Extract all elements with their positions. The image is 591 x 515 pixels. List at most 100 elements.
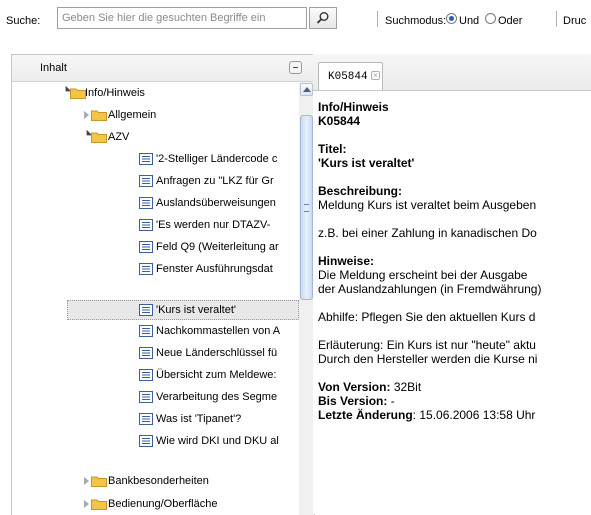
tree-doc-item[interactable]: Wie wird DKI und DKU al	[12, 432, 299, 450]
from-version-label: Von Version:	[318, 380, 391, 394]
document-icon	[139, 263, 153, 275]
from-version-row: Von Version: 32Bit	[318, 380, 591, 394]
to-version-value: -	[390, 394, 395, 408]
document-icon	[139, 241, 153, 253]
tree-doc-item[interactable]: 'Es werden nur DTAZV-	[12, 216, 299, 234]
to-version-label: Bis Version:	[318, 394, 388, 408]
tree-label: Verarbeitung des Segme	[156, 391, 278, 403]
tree-doc-item[interactable]: Fenster Ausführungsdat	[12, 260, 299, 278]
tree-panel-title: Inhalt	[40, 62, 67, 74]
search-button[interactable]	[309, 7, 337, 29]
last-change-value: : 15.06.2006 13:58 Uhr	[412, 408, 536, 422]
tree-label: Bankbesonderheiten	[108, 475, 209, 487]
tree-label: Übersicht zum Meldewe:	[156, 369, 277, 381]
tree-doc-item[interactable]: Feld Q9 (Weiterleitung ar	[12, 238, 299, 256]
tree-vertical-scrollbar[interactable]	[299, 82, 314, 515]
tree-label: AZV	[108, 131, 130, 143]
content-tree-panel: Inhalt Info/Hinweis Allgemein AZV '2-Ste…	[11, 54, 315, 515]
to-version-row: Bis Version: -	[318, 394, 591, 408]
tree-label: 'Es werden nur DTAZV-	[156, 219, 271, 231]
article-content: Info/Hinweis K05844 Titel: 'Kurs ist ver…	[318, 100, 591, 422]
tree-doc-item[interactable]: Auslandsüberweisungen	[12, 194, 299, 212]
document-icon	[139, 435, 153, 447]
tree-doc-item[interactable]: Verarbeitung des Segme	[12, 388, 299, 406]
tree-label: Allgemein	[108, 109, 157, 121]
article-id: K05844	[318, 114, 361, 128]
tree-folder-allgemein[interactable]: Allgemein	[12, 106, 299, 124]
radio-oder[interactable]	[485, 13, 496, 24]
collapsed-arrow-icon[interactable]	[84, 500, 89, 508]
tree-folder-bedienung[interactable]: Bedienung/Oberfläche	[12, 495, 299, 513]
tree-label: '2-Stelliger Ländercode c	[156, 153, 278, 165]
folder-icon	[91, 110, 107, 121]
tree-doc-item[interactable]: Was ist 'Tipanet'?	[12, 410, 299, 428]
tree-folder-azv[interactable]: AZV	[12, 128, 299, 146]
tree-label: Neue Länderschlüssel fü	[156, 347, 278, 359]
radio-oder-label[interactable]: Oder	[498, 15, 522, 27]
scroll-up-arrow-icon[interactable]	[300, 83, 313, 96]
close-tab-icon[interactable]: ×	[371, 71, 380, 80]
document-icon	[139, 219, 153, 231]
notes-line: Die Meldung erscheint bei der Ausgabe	[318, 268, 528, 282]
document-icon	[139, 413, 153, 425]
tree-doc-item[interactable]: '2-Stelliger Ländercode c	[12, 150, 299, 168]
tree-panel-header: Inhalt	[12, 55, 314, 82]
tab-label: K05844	[328, 71, 368, 83]
explanation-line: Erläuterung: Ein Kurs ist nur "heute" ak…	[318, 338, 536, 352]
search-input[interactable]	[57, 7, 307, 29]
remedy-line: Abhilfe: Pflegen Sie den aktuellen Kurs …	[318, 310, 536, 324]
document-icon	[139, 325, 153, 337]
tree-label: Auslandsüberweisungen	[156, 197, 276, 209]
folder-icon	[70, 88, 86, 99]
tree-label: 'Kurs ist veraltet'	[156, 304, 237, 316]
collapsed-arrow-icon[interactable]	[84, 111, 89, 119]
radio-und[interactable]	[446, 13, 457, 24]
tree-label: Bedienung/Oberfläche	[108, 498, 218, 510]
document-icon	[139, 175, 153, 187]
tree-doc-item-selected[interactable]: 'Kurs ist veraltet'	[67, 300, 299, 320]
toolbar: Suche: Suchmodus: Und Oder Druc	[0, 0, 591, 40]
tree-label: Feld Q9 (Weiterleitung ar	[156, 241, 279, 253]
print-label[interactable]: Druc	[563, 15, 586, 27]
tab-bar: K05844 ×	[313, 54, 591, 91]
tab-k05844[interactable]: K05844 ×	[318, 62, 383, 90]
description-label: Beschreibung:	[318, 184, 403, 198]
document-icon	[139, 153, 153, 165]
search-label: Suche:	[6, 15, 41, 27]
article-category: Info/Hinweis	[318, 100, 389, 114]
document-icon	[139, 369, 153, 381]
tree-label: Fenster Ausführungsdat	[156, 263, 273, 275]
tree-label: Anfragen zu "LKZ für Gr	[156, 175, 274, 187]
article-title: 'Kurs ist veraltet'	[318, 156, 415, 170]
collapsed-arrow-icon[interactable]	[84, 477, 89, 485]
description-line: Meldung Kurs ist veraltet beim Ausgeben	[318, 198, 537, 212]
tree-label: Info/Hinweis	[85, 87, 145, 99]
search-mode-label: Suchmodus:	[385, 15, 447, 27]
document-icon	[139, 304, 153, 316]
document-icon	[139, 347, 153, 359]
scroll-thumb[interactable]	[300, 115, 313, 300]
tree-folder-bankbesonderheiten[interactable]: Bankbesonderheiten	[12, 472, 299, 490]
tree-doc-item[interactable]: Nachkommastellen von A	[12, 322, 299, 340]
folder-icon	[91, 476, 107, 487]
document-icon	[139, 197, 153, 209]
magnifier-icon	[316, 12, 329, 24]
folder-icon	[91, 132, 107, 143]
title-label: Titel:	[318, 142, 347, 156]
tree-doc-item[interactable]: Neue Länderschlüssel fü	[12, 344, 299, 362]
collapse-panel-button[interactable]	[289, 61, 302, 74]
radio-und-label[interactable]: Und	[459, 15, 479, 27]
tree-doc-item[interactable]: Anfragen zu "LKZ für Gr	[12, 172, 299, 190]
tree-folder-info-hinweis[interactable]: Info/Hinweis	[12, 84, 299, 102]
tree-label: Was ist 'Tipanet'?	[156, 413, 242, 425]
article-panel: K05844 × Info/Hinweis K05844 Titel: 'Kur…	[313, 54, 591, 514]
from-version-value: 32Bit	[393, 380, 422, 394]
tree-label: Nachkommastellen von A	[156, 325, 281, 337]
tree-doc-item[interactable]: Übersicht zum Meldewe:	[12, 366, 299, 384]
notes-line: der Auslandzahlungen (in Fremdwährung)	[318, 282, 542, 296]
toolbar-separator	[377, 11, 378, 27]
explanation-line: Durch den Hersteller werden die Kurse ni	[318, 352, 538, 366]
last-change-label: Letzte Änderung	[318, 408, 413, 422]
document-icon	[139, 391, 153, 403]
tree-label: Wie wird DKI und DKU al	[156, 435, 279, 447]
